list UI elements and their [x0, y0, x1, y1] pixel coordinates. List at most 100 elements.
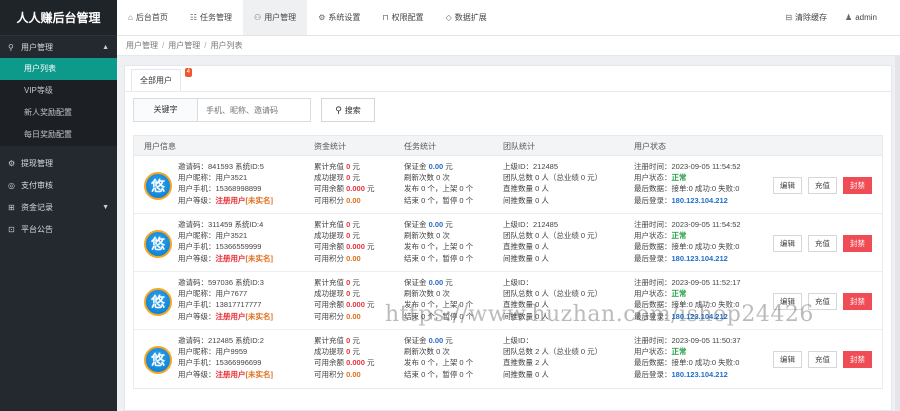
fund-stats-cell: 累计充值 0 元 成功提现 0 元 可用余额 0.000 元 可用积分 0.00 [314, 220, 375, 263]
invite-code: 邀请码：841593 系统ID:5 [178, 162, 264, 171]
phone: 用户手机：15368998899 [178, 184, 262, 194]
sidebar-item-newbie-reward[interactable]: 新人奖励配置 [0, 102, 117, 124]
nickname: 用户昵称：用户3521 [178, 173, 248, 183]
sidebar-group-label: 提现管理 [21, 158, 53, 168]
search-input[interactable] [198, 99, 310, 121]
recharge-button[interactable]: 充值 [808, 351, 837, 368]
phone: 用户手机：15366996699 [178, 358, 262, 368]
tab-label: 数据扩展 [454, 13, 487, 22]
recharge-button[interactable]: 充值 [808, 235, 837, 252]
admin-label: admin [855, 13, 877, 22]
admin-menu[interactable]: ♟ admin [836, 13, 886, 22]
notice-icon: ⊡ [8, 224, 15, 234]
ban-button[interactable]: 封禁 [843, 293, 872, 310]
status-badge: 正常 [671, 289, 687, 299]
user-info-cell: 邀请码：841593 系统ID:5 用户昵称：用户3521 用户手机：15368… [178, 161, 273, 206]
invite-code: 邀请码：311459 系统ID:4 [178, 220, 264, 229]
user-status-cell: 注册时间：2023-09-05 11:54:52 用户状态：正常 最后数据：接单… [634, 220, 741, 263]
user-status-cell: 注册时间：2023-09-05 11:50:37 用户状态：正常 最后数据：接单… [634, 336, 741, 379]
chevron-down-icon: ▼ [102, 203, 109, 211]
edit-button[interactable]: 编辑 [773, 177, 802, 194]
avatar: 悠 [144, 288, 172, 316]
edit-button[interactable]: 编辑 [773, 351, 802, 368]
settings-icon: ⚙ [318, 13, 326, 22]
diamond-icon: ◇ [445, 13, 452, 22]
tab-label: 用户管理 [264, 13, 297, 22]
money-icon: ◎ [8, 180, 15, 190]
header-user-info: 用户信息 [144, 142, 176, 151]
sidebar-group-label: 平台公告 [21, 224, 53, 234]
sidebar-group-funds[interactable]: ⊞ 资金记录 ▼ [0, 196, 117, 218]
user-list-panel: 全部用户 4 关键字 ⚲ 搜索 用户信息 资金统计 任务统计 团队统计 用户状态… [124, 65, 892, 411]
fund-stats-cell: 累计充值 0 元 成功提现 0 元 可用余额 0.000 元 可用积分 0.00 [314, 278, 375, 321]
search-button-label: 搜索 [344, 105, 361, 115]
ban-button[interactable]: 封禁 [843, 351, 872, 368]
tab-label: 任务管理 [200, 13, 233, 22]
breadcrumb-item[interactable]: 用户管理 [168, 40, 200, 51]
search-bar: 关键字 ⚲ 搜索 [133, 98, 375, 122]
tab-tasks[interactable]: ☷ 任务管理 [179, 0, 243, 35]
tab-users[interactable]: ⚇ 用户管理 [243, 0, 308, 35]
user-level: 用户等级：注册用户[未实名] [178, 369, 273, 379]
task-stats-cell: 保证金 0.00 元 刷新次数 0 次 发布 0 个，上架 0 个 结束 0 个… [404, 162, 474, 205]
edit-button[interactable]: 编辑 [773, 235, 802, 252]
team-stats-cell: 上级ID： 团队总数 2 人（总业绩 0 元） 直推数量 2 人 间推数量 0 … [503, 336, 603, 379]
header-task-stats: 任务统计 [404, 142, 436, 151]
app-title: 人人赚后台管理 [0, 0, 117, 36]
tab-data-extension[interactable]: ◇ 数据扩展 [435, 0, 498, 35]
record-icon: ⊞ [8, 202, 15, 212]
search-button[interactable]: ⚲ 搜索 [321, 98, 375, 122]
invite-code: 邀请码：597036 系统ID:3 [178, 278, 264, 287]
avatar: 悠 [144, 230, 172, 258]
status-badge: 正常 [671, 173, 687, 183]
header-team-stats: 团队统计 [503, 142, 535, 151]
user-level: 用户等级：注册用户[未实名] [178, 311, 273, 321]
invite-code: 邀请码：212485 系统ID:2 [178, 336, 264, 345]
recharge-button[interactable]: 充值 [808, 177, 837, 194]
avatar: 悠 [144, 346, 172, 374]
keyword-label: 关键字 [134, 99, 198, 121]
scrollbar[interactable] [895, 56, 900, 411]
sidebar-item-vip-level[interactable]: VIP等级 [0, 80, 117, 102]
user-icon: ⚇ [254, 13, 262, 22]
nickname: 用户昵称：用户7677 [178, 289, 248, 299]
task-stats-cell: 保证金 0.00 元 刷新次数 0 次 发布 0 个，上架 0 个 结束 0 个… [404, 220, 474, 263]
clear-cache-button[interactable]: ⊟ 清除缓存 [776, 12, 836, 23]
fund-stats-cell: 累计充值 0 元 成功提现 0 元 可用余额 0.000 元 可用积分 0.00 [314, 336, 375, 379]
sidebar-group-payment[interactable]: ◎ 支付审核 [0, 174, 117, 196]
recharge-button[interactable]: 充值 [808, 293, 837, 310]
sidebar: 人人赚后台管理 ⚲ 用户管理 ▲ 用户列表 VIP等级 新人奖励配置 每日奖励配… [0, 0, 117, 411]
team-stats-cell: 上级ID：212485 团队总数 0 人（总业绩 0 元） 直推数量 0 人 间… [503, 220, 603, 263]
tab-settings[interactable]: ⚙ 系统设置 [307, 0, 371, 35]
tab-label: 后台首页 [135, 13, 168, 22]
sidebar-group-notice[interactable]: ⊡ 平台公告 [0, 218, 117, 240]
trash-icon: ⊟ [785, 13, 793, 22]
sidebar-group-withdraw[interactable]: ⚙ 提现管理 [0, 152, 117, 174]
tab-permissions[interactable]: ⊓ 权限配置 [371, 0, 434, 35]
ban-button[interactable]: 封禁 [843, 177, 872, 194]
user-info-cell: 邀请码：597036 系统ID:3 用户昵称：用户7677 用户手机：13817… [178, 277, 273, 322]
sidebar-item-user-list[interactable]: 用户列表 [0, 58, 117, 80]
user-status-cell: 注册时间：2023-09-05 11:52:17 用户状态：正常 最后数据：接单… [634, 278, 741, 321]
lock-icon: ⊓ [382, 13, 389, 22]
user-info-cell: 邀请码：311459 系统ID:4 用户昵称：用户3521 用户手机：15366… [178, 219, 273, 264]
tab-all-users[interactable]: 全部用户 4 [131, 68, 192, 91]
edit-button[interactable]: 编辑 [773, 293, 802, 310]
sidebar-group-users[interactable]: ⚲ 用户管理 ▲ [0, 36, 117, 58]
header-fund-stats: 资金统计 [314, 142, 346, 151]
table-row: 悠 邀请码：212485 系统ID:2 用户昵称：用户9959 用户手机：153… [134, 330, 882, 388]
clear-cache-label: 清除缓存 [795, 13, 828, 22]
breadcrumb-item[interactable]: 用户管理 [126, 40, 158, 51]
home-icon: ⌂ [128, 13, 133, 22]
sidebar-item-daily-reward[interactable]: 每日奖励配置 [0, 124, 117, 146]
status-badge: 正常 [671, 347, 687, 357]
ban-button[interactable]: 封禁 [843, 235, 872, 252]
header-user-status: 用户状态 [634, 142, 666, 151]
person-icon: ♟ [845, 13, 853, 22]
breadcrumb-item: 用户列表 [210, 41, 243, 50]
nickname: 用户昵称：用户9959 [178, 347, 248, 357]
table-row: 悠 邀请码：597036 系统ID:3 用户昵称：用户7677 用户手机：138… [134, 272, 882, 330]
tab-home[interactable]: ⌂ 后台首页 [117, 0, 179, 35]
user-info-cell: 邀请码：212485 系统ID:2 用户昵称：用户9959 用户手机：15366… [178, 335, 273, 380]
row-actions: 编辑 充值 封禁 [767, 351, 872, 368]
